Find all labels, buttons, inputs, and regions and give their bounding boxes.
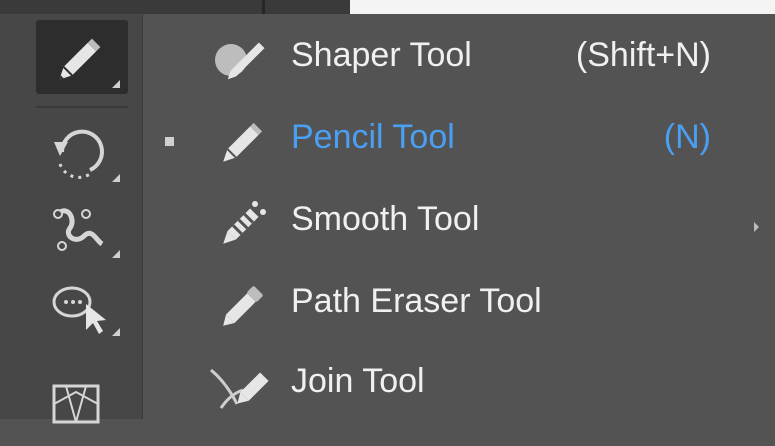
- flyout-indicator: [112, 80, 120, 88]
- tool-separator: [36, 106, 128, 108]
- menu-item-shaper-tool[interactable]: Shaper Tool (Shift+N): [143, 18, 743, 100]
- smooth-icon: [223, 201, 266, 244]
- current-tool-marker-icon: [165, 137, 174, 146]
- toolbar-perspective-grid-button[interactable]: [36, 372, 128, 446]
- toolbar-shape-builder-button[interactable]: [36, 268, 128, 342]
- top-divider: [262, 0, 265, 14]
- shaper-icon: [215, 42, 265, 80]
- pencil-icon: [223, 122, 263, 162]
- menu-item-join-tool[interactable]: Join Tool: [143, 344, 743, 426]
- menu-item-shortcut: (Shift+N): [575, 36, 711, 74]
- pencil-tool-flyout-menu: Shaper Tool (Shift+N) Pencil Tool (N) Sm…: [143, 14, 775, 419]
- menu-item-smooth-tool[interactable]: Smooth Tool: [143, 182, 743, 264]
- join-icon: [210, 368, 269, 409]
- menu-item-path-eraser-tool[interactable]: Path Eraser Tool: [143, 264, 743, 346]
- menu-item-shortcut: (N): [663, 118, 711, 156]
- top-document-area: [350, 0, 775, 14]
- menu-item-label: Path Eraser Tool: [291, 282, 542, 320]
- toolbar-pencil-button[interactable]: [36, 20, 128, 94]
- tools-panel: [0, 14, 143, 424]
- menu-item-pencil-tool[interactable]: Pencil Tool (N): [143, 100, 743, 182]
- panel-expand-arrow-icon[interactable]: [754, 222, 759, 232]
- toolbar-puppet-warp-button[interactable]: [36, 190, 128, 264]
- menu-item-label: Shaper Tool: [291, 36, 472, 74]
- flyout-indicator: [112, 250, 120, 258]
- perspective-grid-icon: [52, 384, 100, 424]
- menu-item-label: Smooth Tool: [291, 200, 480, 238]
- menu-item-label: Pencil Tool: [291, 118, 455, 156]
- flyout-indicator: [112, 174, 120, 182]
- toolbar-rotate-button[interactable]: [36, 114, 128, 188]
- path-eraser-icon: [223, 286, 263, 326]
- flyout-indicator: [112, 328, 120, 336]
- menu-item-label: Join Tool: [291, 362, 425, 400]
